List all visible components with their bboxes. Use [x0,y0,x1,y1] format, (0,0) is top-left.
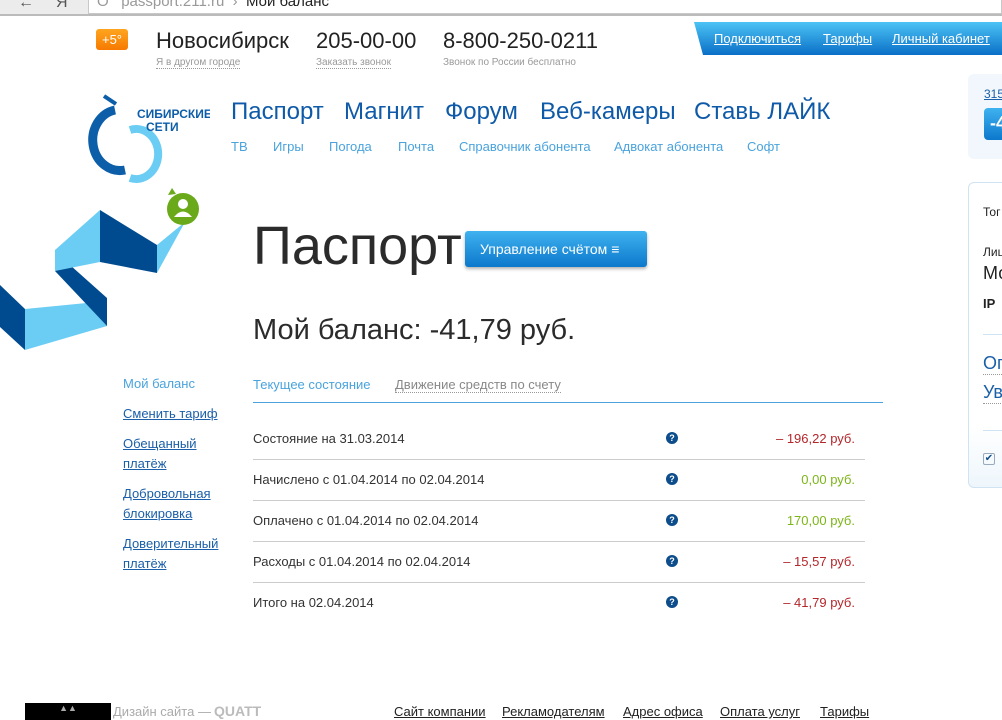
row-value: – 41,79 руб. [783,595,855,610]
footer-logo-icon: ▲▲ [25,703,111,720]
footer-office[interactable]: Адрес офиса [623,704,703,719]
city: Новосибирск [156,28,289,53]
tabs: Текущее состояние Движение средств по сч… [253,376,883,403]
help-icon[interactable]: ? [666,555,678,567]
info-text: Мо [983,263,1002,283]
menu-icon: ≡ [611,241,620,257]
footer-payment[interactable]: Оплата услуг [720,704,800,719]
table-row: Итого на 02.04.2014? – 41,79 руб. [253,583,865,624]
tab-title: Мой баланс [246,0,330,10]
yandex-button[interactable]: Я [56,0,68,12]
reload-icon[interactable]: O [97,0,109,10]
studio-logo[interactable]: QUATT [214,703,261,719]
subnav-lawyer[interactable]: Адвокат абонента [614,139,723,154]
separator: › [232,0,238,10]
design-credit: Дизайн сайта — [113,704,211,719]
user-icon [167,188,199,225]
info-panel: Тог Лиц Мо IP Ог Ув ✔ [968,182,1002,488]
free-phone-note: Звонок по России бесплатно [443,57,576,68]
manage-account-button[interactable]: Управление счётом ≡ [465,231,647,267]
phone: 205-00-00 [316,28,417,53]
page-title: Паспорт [253,216,462,276]
top-nav: Подключиться Тарифы Личный кабинет [694,22,1002,55]
address-bar[interactable]: O passport.211.ru › Мой баланс [88,0,1002,14]
row-label: Оплачено с 01.04.2014 по 02.04.2014 [253,513,479,528]
balance-badge[interactable]: -4 [984,108,1002,140]
change-city-link[interactable]: Я в другом городе [156,57,241,69]
row-value: 170,00 руб. [786,513,855,528]
table-row: Расходы с 01.04.2014 по 02.04.2014? – 15,… [253,542,865,583]
info-text: IP [983,296,996,311]
nav-passport[interactable]: Паспорт [231,98,324,126]
tab-account-movement[interactable]: Движение средств по счету [395,377,561,393]
subnav-soft[interactable]: Софт [747,139,780,154]
nav-like[interactable]: Ставь ЛАЙК [694,98,830,126]
table-row: Состояние на 31.03.2014? – 196,22 руб. [253,419,865,460]
checkbox[interactable]: ✔ [983,453,995,465]
nav-webcams[interactable]: Веб-камеры [540,98,676,126]
nav-magnit[interactable]: Магнит [344,98,424,126]
topnav-cabinet[interactable]: Личный кабинет [892,31,990,46]
row-value: – 15,57 руб. [783,554,855,569]
row-value: 0,00 руб. [801,472,855,487]
balance-heading: Мой баланс: -41,79 руб. [253,314,576,346]
help-icon[interactable]: ? [666,432,678,444]
nav-forum[interactable]: Форум [445,98,518,126]
callback-link[interactable]: Заказать звонок [316,57,391,69]
account-number[interactable]: 315 [984,87,1002,101]
row-label: Состояние на 31.03.2014 [253,431,405,446]
manage-label: Управление счётом [480,241,608,257]
free-phone: 8-800-250-0211 [443,28,598,53]
subnav-weather[interactable]: Погода [329,139,372,154]
logo-and-ribbon: СИБИРСКИЕ СЕТИ [0,94,210,350]
tab-current-state[interactable]: Текущее состояние [253,377,371,392]
url: passport.211.ru [121,0,225,10]
account-panel: 315 -4 [968,74,1002,159]
help-icon[interactable]: ? [666,514,678,526]
sidebar-promised-payment[interactable]: Обещанный платёж [123,434,203,474]
subnav-directory[interactable]: Справочник абонента [459,139,591,154]
row-label: Начислено с 01.04.2014 по 02.04.2014 [253,472,485,487]
topnav-connect[interactable]: Подключиться [714,31,801,46]
subnav-mail[interactable]: Почта [398,139,434,154]
footer-company[interactable]: Сайт компании [394,704,486,719]
sidebar-my-balance[interactable]: Мой баланс [123,374,233,394]
row-label: Итого на 02.04.2014 [253,595,374,610]
footer-tariffs[interactable]: Тарифы [820,704,869,719]
subnav-tv[interactable]: ТВ [231,139,248,154]
subnav-games[interactable]: Игры [273,139,304,154]
logo-icon: СИБИРСКИЕ СЕТИ [88,94,210,183]
help-icon[interactable]: ? [666,596,678,608]
row-value: – 196,22 руб. [775,431,855,446]
table-row: Оплачено с 01.04.2014 по 02.04.2014? 170,… [253,501,865,542]
sidebar-trust-payment[interactable]: Доверительный платёж [123,534,218,574]
info-text: Тог [983,205,1001,219]
back-button[interactable]: ← [18,0,34,12]
panel-link[interactable]: Ог [983,353,1002,375]
sidebar-voluntary-block[interactable]: Добровольная блокировка [123,484,218,524]
help-icon[interactable]: ? [666,473,678,485]
table-row: Начислено с 01.04.2014 по 02.04.2014? 0,0… [253,460,865,501]
sidebar-change-tariff[interactable]: Сменить тариф [123,404,233,424]
weather-badge[interactable]: +5° [96,29,128,50]
logo-text: СИБИРСКИЕ [137,107,210,121]
topnav-tariffs[interactable]: Тарифы [823,31,872,46]
row-label: Расходы с 01.04.2014 по 02.04.2014 [253,554,471,569]
footer-advertisers[interactable]: Рекламодателям [502,704,605,719]
panel-link[interactable]: Ув [983,382,1002,404]
logo-text-2: СЕТИ [146,120,179,134]
info-text: Лиц [983,245,1002,259]
